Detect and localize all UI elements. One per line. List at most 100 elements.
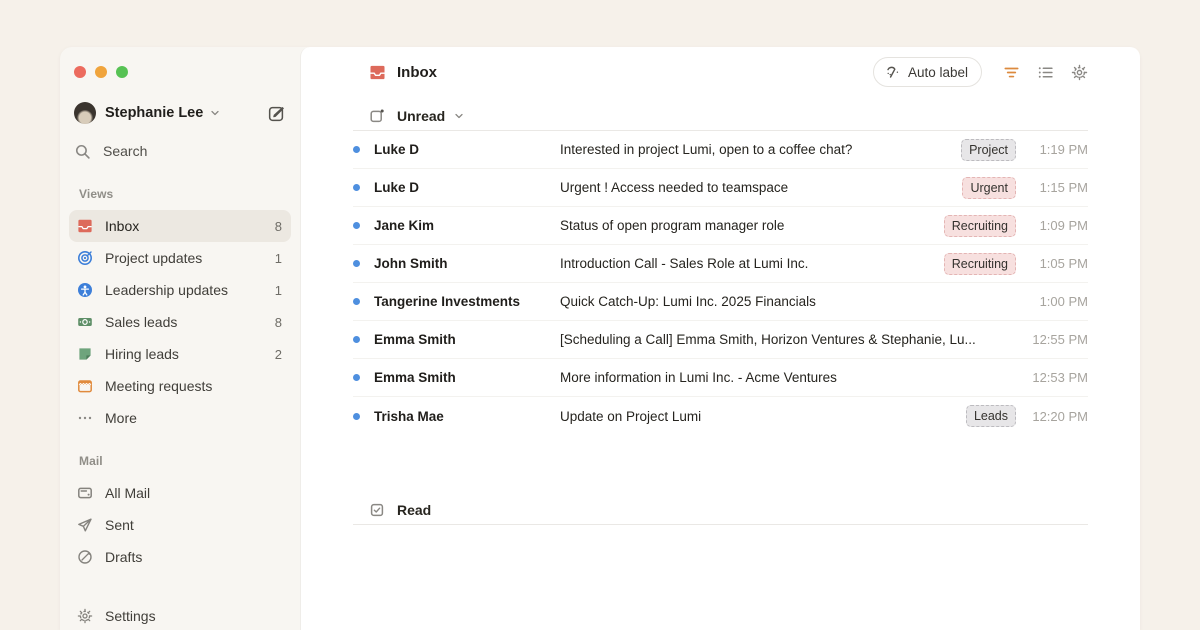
spacer <box>353 435 1088 481</box>
account-switcher[interactable]: Stephanie Lee <box>69 99 291 127</box>
email-time: 1:19 PM <box>1030 142 1088 157</box>
unread-section-header[interactable]: Unread <box>353 101 1088 131</box>
gear-icon <box>1071 64 1088 81</box>
banknote-icon <box>77 314 93 330</box>
send-icon <box>77 517 93 533</box>
sidebar-item-sales-leads[interactable]: Sales leads 8 <box>69 306 291 338</box>
chevron-down-icon <box>453 110 465 122</box>
sidebar-item-all-mail[interactable]: All Mail <box>69 477 291 509</box>
sidebar-item-leadership-updates[interactable]: Leadership updates 1 <box>69 274 291 306</box>
sidebar-item-label: Leadership updates <box>105 282 228 298</box>
email-sender: Emma Smith <box>374 332 560 347</box>
label-badge[interactable]: Leads <box>966 405 1016 427</box>
sidebar-item-label: Sent <box>105 517 134 533</box>
email-row[interactable]: Jane Kim Status of open program manager … <box>353 207 1088 245</box>
sidebar-item-sent[interactable]: Sent <box>69 509 291 541</box>
unread-icon <box>369 108 385 124</box>
unread-dot-icon <box>353 222 360 229</box>
unread-dot-icon <box>353 413 360 420</box>
sidebar-item-more[interactable]: More <box>69 402 291 434</box>
mail-section-label: Mail <box>79 454 291 468</box>
email-time: 1:00 PM <box>1030 294 1088 309</box>
minimize-window-button[interactable] <box>95 66 107 78</box>
sidebar-item-settings[interactable]: Settings <box>69 600 291 630</box>
filter-button[interactable] <box>1003 64 1020 81</box>
sidebar-item-label: Hiring leads <box>105 346 179 362</box>
unread-dot-icon <box>353 298 360 305</box>
email-subject: Quick Catch-Up: Lumi Inc. 2025 Financial… <box>560 294 1030 309</box>
sidebar: Stephanie Lee Search Views Inbox 8 <box>60 47 300 630</box>
search-placeholder: Search <box>103 143 147 159</box>
sidebar-item-label: Project updates <box>105 250 202 266</box>
unread-dot-icon <box>353 184 360 191</box>
gear-icon <box>77 608 93 624</box>
unread-dot-icon <box>353 146 360 153</box>
note-icon <box>77 346 93 362</box>
unread-count: 8 <box>275 219 282 234</box>
sidebar-item-label: Drafts <box>105 549 142 565</box>
label-badge[interactable]: Recruiting <box>944 253 1016 275</box>
zoom-window-button[interactable] <box>116 66 128 78</box>
title-group: Inbox <box>369 64 437 81</box>
email-row[interactable]: Luke D Urgent ! Access needed to teamspa… <box>353 169 1088 207</box>
sidebar-item-project-updates[interactable]: Project updates 1 <box>69 242 291 274</box>
sidebar-item-inbox[interactable]: Inbox 8 <box>69 210 291 242</box>
window-controls <box>74 66 291 78</box>
inbox-icon <box>369 64 386 81</box>
sidebar-item-hiring-leads[interactable]: Hiring leads 2 <box>69 338 291 370</box>
unread-count: 1 <box>275 283 282 298</box>
search-icon <box>74 143 91 160</box>
filter-icon <box>1003 64 1020 81</box>
view-settings-button[interactable] <box>1071 64 1088 81</box>
inbox-header: Inbox Auto label <box>353 57 1088 87</box>
draft-pencil-icon <box>77 549 93 565</box>
read-section-label: Read <box>397 502 431 518</box>
email-row[interactable]: Trisha Mae Update on Project Lumi Leads … <box>353 397 1088 435</box>
email-subject: [Scheduling a Call] Emma Smith, Horizon … <box>560 332 1030 347</box>
profile-name: Stephanie Lee <box>105 105 203 121</box>
search-input[interactable]: Search <box>69 136 291 166</box>
email-row[interactable]: Luke D Interested in project Lumi, open … <box>353 131 1088 169</box>
list-icon <box>1037 64 1054 81</box>
unread-dot-icon <box>353 374 360 381</box>
unread-count: 1 <box>275 251 282 266</box>
sidebar-item-label: Settings <box>105 608 156 624</box>
email-sender: Tangerine Investments <box>374 294 560 309</box>
email-sender: Jane Kim <box>374 218 560 233</box>
email-row[interactable]: Tangerine Investments Quick Catch-Up: Lu… <box>353 283 1088 321</box>
label-badge[interactable]: Urgent <box>962 177 1016 199</box>
label-badge[interactable]: Recruiting <box>944 215 1016 237</box>
views-section-label: Views <box>79 187 291 201</box>
wand-icon <box>885 64 901 80</box>
app-window: Stephanie Lee Search Views Inbox 8 <box>60 47 1140 630</box>
email-row[interactable]: Emma Smith [Scheduling a Call] Emma Smit… <box>353 321 1088 359</box>
sidebar-item-meeting-requests[interactable]: Meeting requests <box>69 370 291 402</box>
list-view-button[interactable] <box>1037 64 1054 81</box>
avatar <box>74 102 96 124</box>
email-row[interactable]: John Smith Introduction Call - Sales Rol… <box>353 245 1088 283</box>
email-subject: Interested in project Lumi, open to a co… <box>560 142 949 157</box>
inbox-panel: Inbox Auto label Unread <box>300 47 1140 630</box>
calendar-icon <box>77 378 93 394</box>
unread-section-label: Unread <box>397 108 445 124</box>
read-section-header[interactable]: Read <box>353 495 1088 525</box>
email-time: 1:09 PM <box>1030 218 1088 233</box>
label-badge[interactable]: Project <box>961 139 1016 161</box>
sidebar-item-drafts[interactable]: Drafts <box>69 541 291 573</box>
email-row[interactable]: Emma Smith More information in Lumi Inc.… <box>353 359 1088 397</box>
email-time: 1:05 PM <box>1030 256 1088 271</box>
sidebar-item-label: Inbox <box>105 218 139 234</box>
email-time: 12:20 PM <box>1030 409 1088 424</box>
compose-button[interactable] <box>267 104 286 123</box>
email-time: 12:53 PM <box>1030 370 1088 385</box>
email-time: 1:15 PM <box>1030 180 1088 195</box>
close-window-button[interactable] <box>74 66 86 78</box>
ellipsis-icon <box>77 410 93 426</box>
sidebar-item-label: More <box>105 410 137 426</box>
auto-label-button[interactable]: Auto label <box>873 57 982 87</box>
unread-count: 8 <box>275 315 282 330</box>
person-circle-icon <box>77 282 93 298</box>
header-actions: Auto label <box>873 57 1088 87</box>
sidebar-item-label: Sales leads <box>105 314 177 330</box>
email-sender: Trisha Mae <box>374 409 560 424</box>
